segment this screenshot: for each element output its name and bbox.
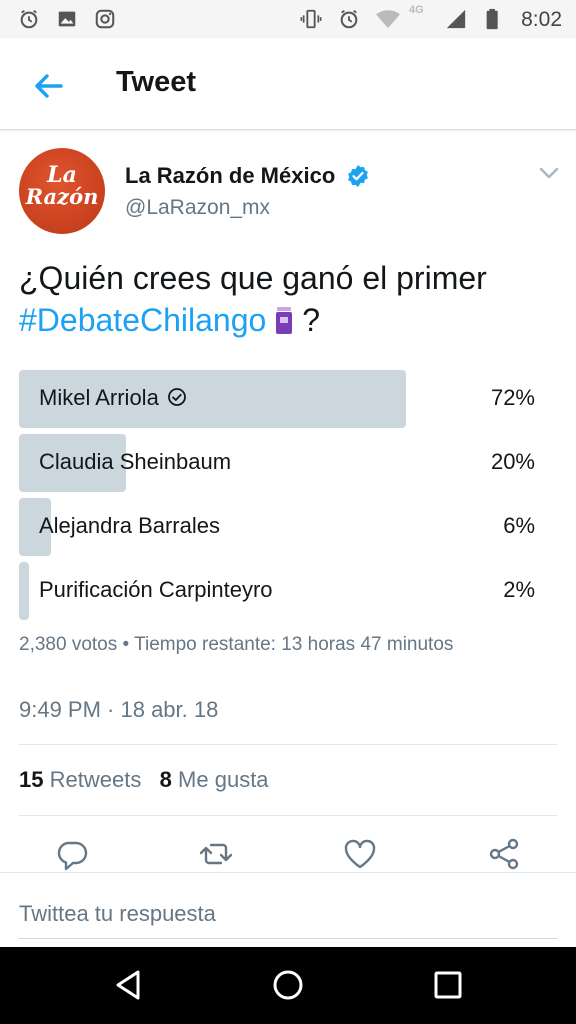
likes-stat[interactable]: 8 Me gusta: [160, 767, 269, 792]
tweet-timestamp: 9:49 PM · 18 abr. 18: [19, 697, 219, 722]
alarm-icon: [20, 9, 38, 29]
author-handle[interactable]: @LaRazon_mx: [125, 196, 270, 220]
poll-option-label: Alejandra Barrales: [39, 513, 220, 538]
recents-square-icon[interactable]: [430, 967, 466, 1003]
divider: [19, 744, 557, 745]
status-bar: 4G 8:02: [0, 0, 576, 38]
image-icon: [58, 11, 76, 27]
reply-icon[interactable]: [54, 836, 90, 872]
check-circle-icon: [167, 388, 186, 406]
poll-option: Mikel Arriola 72%: [19, 370, 539, 428]
poll-option-label: Claudia Sheinbaum: [39, 449, 232, 474]
status-time: 8:02: [521, 8, 562, 31]
battery-icon: [486, 8, 498, 30]
reply-input[interactable]: Twittea tu respuesta: [19, 901, 216, 927]
divider: [19, 815, 557, 816]
like-icon[interactable]: [342, 836, 378, 872]
alarm-icon: [340, 9, 358, 29]
poll-option-percent: 2%: [503, 577, 535, 602]
verified-badge-icon: [348, 165, 368, 187]
network-label: 4G: [409, 4, 424, 16]
poll-option-label: Mikel Arriola: [39, 385, 187, 411]
vibrate-icon: [300, 9, 322, 29]
poll-option-percent: 6%: [503, 513, 535, 538]
tweet-text-main: ¿Quién crees que ganó el primer: [19, 260, 487, 296]
poll-option: Purificación Carpinteyro 2%: [19, 562, 539, 620]
author-name[interactable]: La Razón de México: [125, 163, 335, 189]
chevron-down-icon[interactable]: [536, 160, 562, 186]
hashtag-link[interactable]: #DebateChilango: [19, 302, 266, 338]
app-header: Tweet: [0, 38, 576, 130]
instagram-icon: [95, 9, 115, 29]
poll-option: Alejandra Barrales 6%: [19, 498, 539, 556]
wifi-icon: [376, 10, 400, 29]
poll-option-percent: 20%: [490, 449, 535, 474]
avatar-text-bottom: Razón: [25, 184, 99, 209]
signal-icon: [446, 9, 466, 29]
tweet-text: ¿Quién crees que ganó el primer #DebateC…: [19, 257, 559, 341]
reply-composer[interactable]: Twittea tu respuesta: [0, 872, 576, 947]
arrow-left-icon[interactable]: [28, 66, 68, 106]
page-title: Tweet: [116, 66, 197, 98]
tweet-stats: 15 Retweets 8 Me gusta: [19, 767, 269, 793]
poll-meta: 2,380 votos • Tiempo restante: 13 horas …: [19, 634, 454, 655]
retweet-icon[interactable]: [198, 836, 234, 872]
share-icon[interactable]: [486, 836, 522, 872]
ballot-box-icon: [276, 307, 293, 334]
retweets-stat[interactable]: 15 Retweets: [19, 767, 141, 792]
poll-option-percent: 72%: [490, 385, 535, 410]
home-circle-icon[interactable]: [270, 967, 306, 1003]
poll-option-label: Purificación Carpinteyro: [39, 577, 273, 602]
reply-underline: [19, 938, 557, 939]
system-navbar: [0, 947, 576, 1024]
tweet-text-end: ?: [302, 302, 321, 338]
poll-bar: [19, 562, 29, 620]
back-triangle-icon[interactable]: [110, 967, 146, 1003]
avatar[interactable]: La Razón: [19, 148, 105, 234]
poll-option: Claudia Sheinbaum 20%: [19, 434, 539, 492]
